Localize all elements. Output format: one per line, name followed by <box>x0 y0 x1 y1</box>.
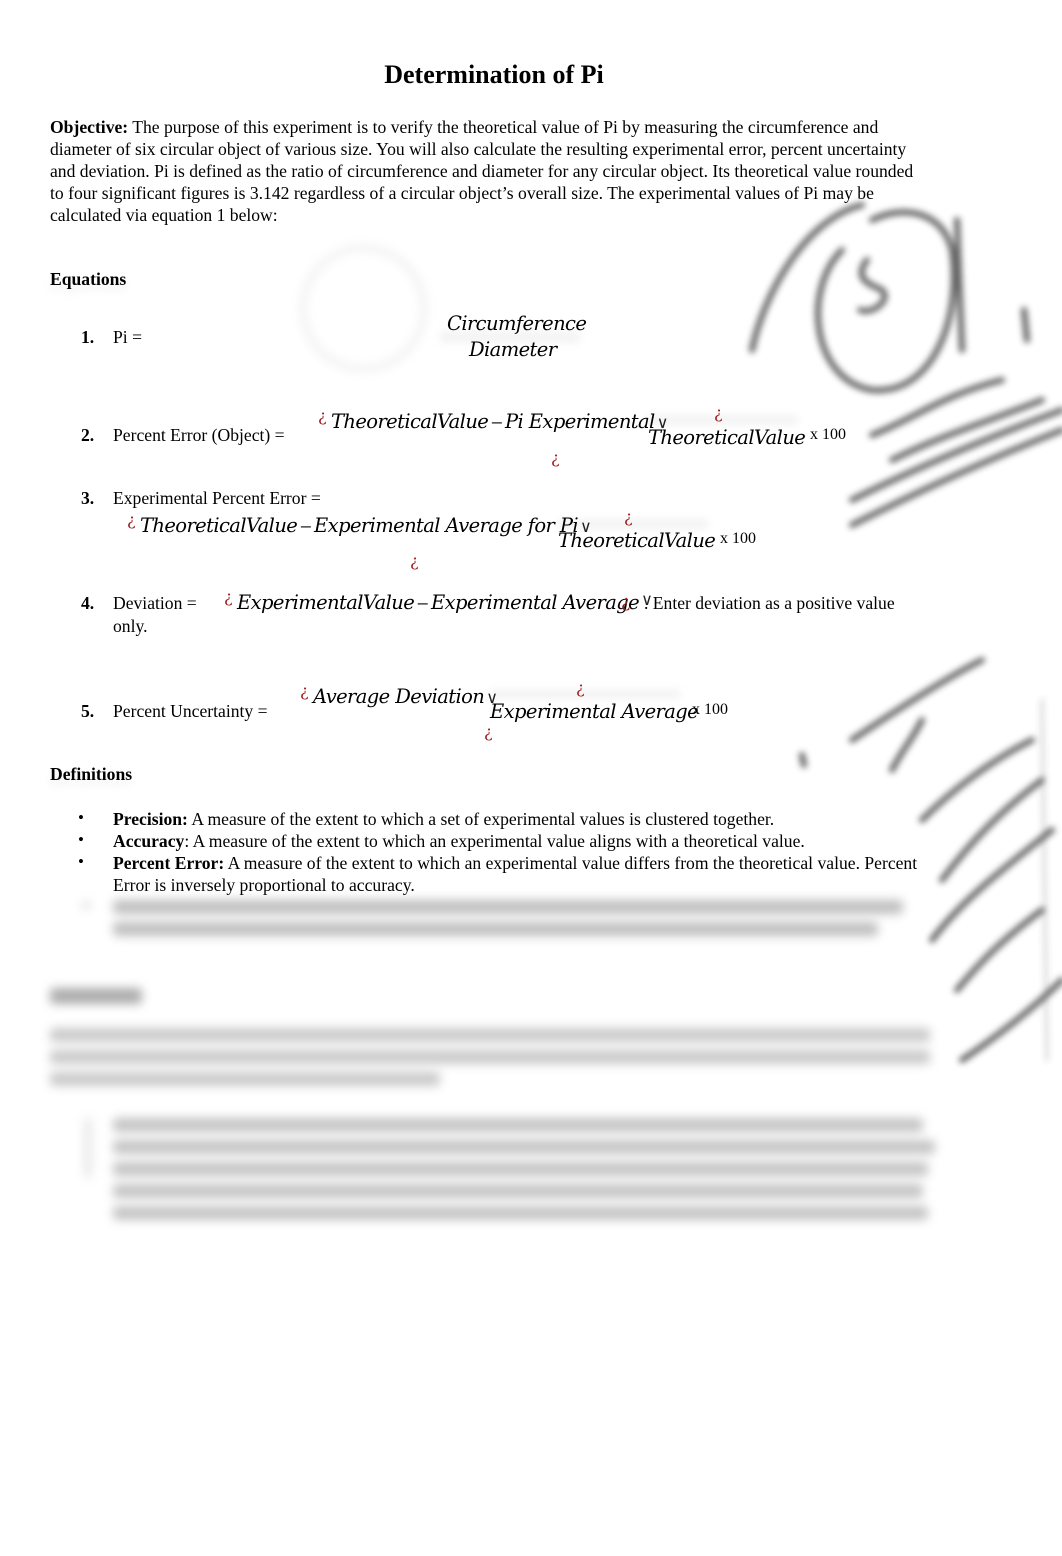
equation-5-multiplier: x 100 <box>692 701 728 718</box>
document-title: Determination of Pi <box>384 60 604 89</box>
equation-3-denominator: TheoreticalValue <box>558 529 716 552</box>
equation-2-glyph-open: ¿ <box>318 406 327 425</box>
document-page: Determination of Pi Objective: The purpo… <box>0 0 1062 1556</box>
equation-5-term-a: Average Deviation <box>313 685 485 708</box>
equation-2-numerator: TheoreticalValue−Pi Experimental∨ <box>331 410 670 433</box>
fraction-shade <box>648 414 798 426</box>
equation-5-number: 5. <box>81 701 95 721</box>
definition-text: : A measure of the extent to which an ex… <box>184 831 805 851</box>
blurred-line <box>113 1184 923 1198</box>
equation-3-glyph-top: ¿ <box>624 507 633 526</box>
blurred-line <box>113 922 878 936</box>
handwritten-annotation-decoration <box>749 202 1062 1063</box>
equation-3-label: Experimental Percent Error = <box>113 488 321 508</box>
blurred-line <box>113 900 903 914</box>
equation-5-denominator: Experimental Average <box>490 700 699 723</box>
equation-1-denominator: Diameter <box>469 338 557 361</box>
equation-4-glyph-open: ¿ <box>224 587 233 606</box>
minus-sign: − <box>416 594 429 613</box>
blurred-stamp-decoration <box>300 245 427 372</box>
blurred-bullet <box>82 900 90 910</box>
equation-2-multiplier: x 100 <box>810 426 846 443</box>
objective-label: Objective: <box>50 117 129 137</box>
equation-5-glyph-top: ¿ <box>576 678 585 697</box>
definition-text: A measure of the extent to which a set o… <box>187 809 775 829</box>
fraction-shade <box>490 688 680 700</box>
minus-sign: − <box>490 413 504 432</box>
equation-4-glyph-close: ¿ <box>621 592 631 612</box>
equation-3-term-a: TheoreticalValue <box>140 514 298 537</box>
blurred-line <box>50 1050 930 1064</box>
definition-item: • Accuracy: A measure of the extent to w… <box>78 830 938 852</box>
blurred-heading <box>50 988 142 1004</box>
blurred-line <box>113 1162 928 1176</box>
equation-2-number: 2. <box>81 425 95 445</box>
blurred-numbering <box>84 1118 92 1178</box>
equation-1-number: 1. <box>81 327 95 347</box>
equation-2-term-a: TheoreticalValue <box>331 410 489 433</box>
objective-text: The purpose of this experiment is to ver… <box>50 117 914 225</box>
definitions-list: • Precision: A measure of the extent to … <box>78 808 938 896</box>
equation-3-numerator: TheoreticalValue − Experimental Average fo… <box>140 514 593 537</box>
equation-4-expression: ExperimentalValue − Experimental Average ∨ <box>237 590 654 614</box>
equation-2-label: Percent Error (Object) = <box>113 425 285 445</box>
equation-4-note: . Enter deviation as a positive value <box>644 593 895 613</box>
equation-5-label: Percent Uncertainty = <box>113 701 268 721</box>
equation-2-term-b: Pi Experimental <box>505 410 655 433</box>
equation-3-term-b: Experimental Average for Pi <box>314 514 579 537</box>
equation-3-glyph-open: ¿ <box>127 510 136 529</box>
minus-sign: − <box>299 517 313 536</box>
blurred-line <box>113 1206 928 1220</box>
definition-term: Accuracy <box>113 831 185 851</box>
equation-1-numerator: Circumference <box>447 312 587 335</box>
bullet-icon: • <box>78 830 84 849</box>
objective-paragraph: Objective: The purpose of this experimen… <box>50 116 930 226</box>
definitions-heading: Definitions <box>50 764 133 784</box>
definition-term: Percent Error: <box>113 853 225 873</box>
blurred-line <box>50 1028 930 1042</box>
equations-heading: Equations <box>50 269 127 289</box>
equation-5-glyph-bottom: ¿ <box>484 722 493 741</box>
definition-item: • Precision: A measure of the extent to … <box>78 808 938 830</box>
definition-item: • Percent Error: A measure of the extent… <box>78 852 938 896</box>
equation-3-glyph-bottom: ¿ <box>410 551 419 570</box>
equation-2-denominator: TheoreticalValue <box>648 426 806 449</box>
equation-2-glyph-top: ¿ <box>714 403 723 422</box>
equation-3-multiplier: x 100 <box>720 530 756 547</box>
equation-4-number: 4. <box>81 593 95 613</box>
blurred-line <box>113 1140 935 1154</box>
equation-5-numerator: Average Deviation∨ <box>313 685 499 708</box>
equation-4-term-b: Experimental Average <box>430 591 640 614</box>
equation-3-number: 3. <box>81 488 95 508</box>
equation-4-label: Deviation = <box>113 593 197 613</box>
bullet-icon: • <box>78 808 84 827</box>
equation-4-note-continued: only. <box>113 616 148 636</box>
equation-5-glyph-open: ¿ <box>300 681 309 700</box>
equation-2-glyph-bottom: ¿ <box>551 448 560 467</box>
blurred-line <box>50 1072 440 1086</box>
equation-1-label: Pi = <box>113 327 142 347</box>
blurred-line <box>113 1118 923 1132</box>
definition-text: A measure of the extent to which an expe… <box>113 853 918 895</box>
definition-term: Precision: <box>113 809 188 829</box>
bullet-icon: • <box>78 852 84 871</box>
equation-4-term-a: ExperimentalValue <box>237 591 415 614</box>
